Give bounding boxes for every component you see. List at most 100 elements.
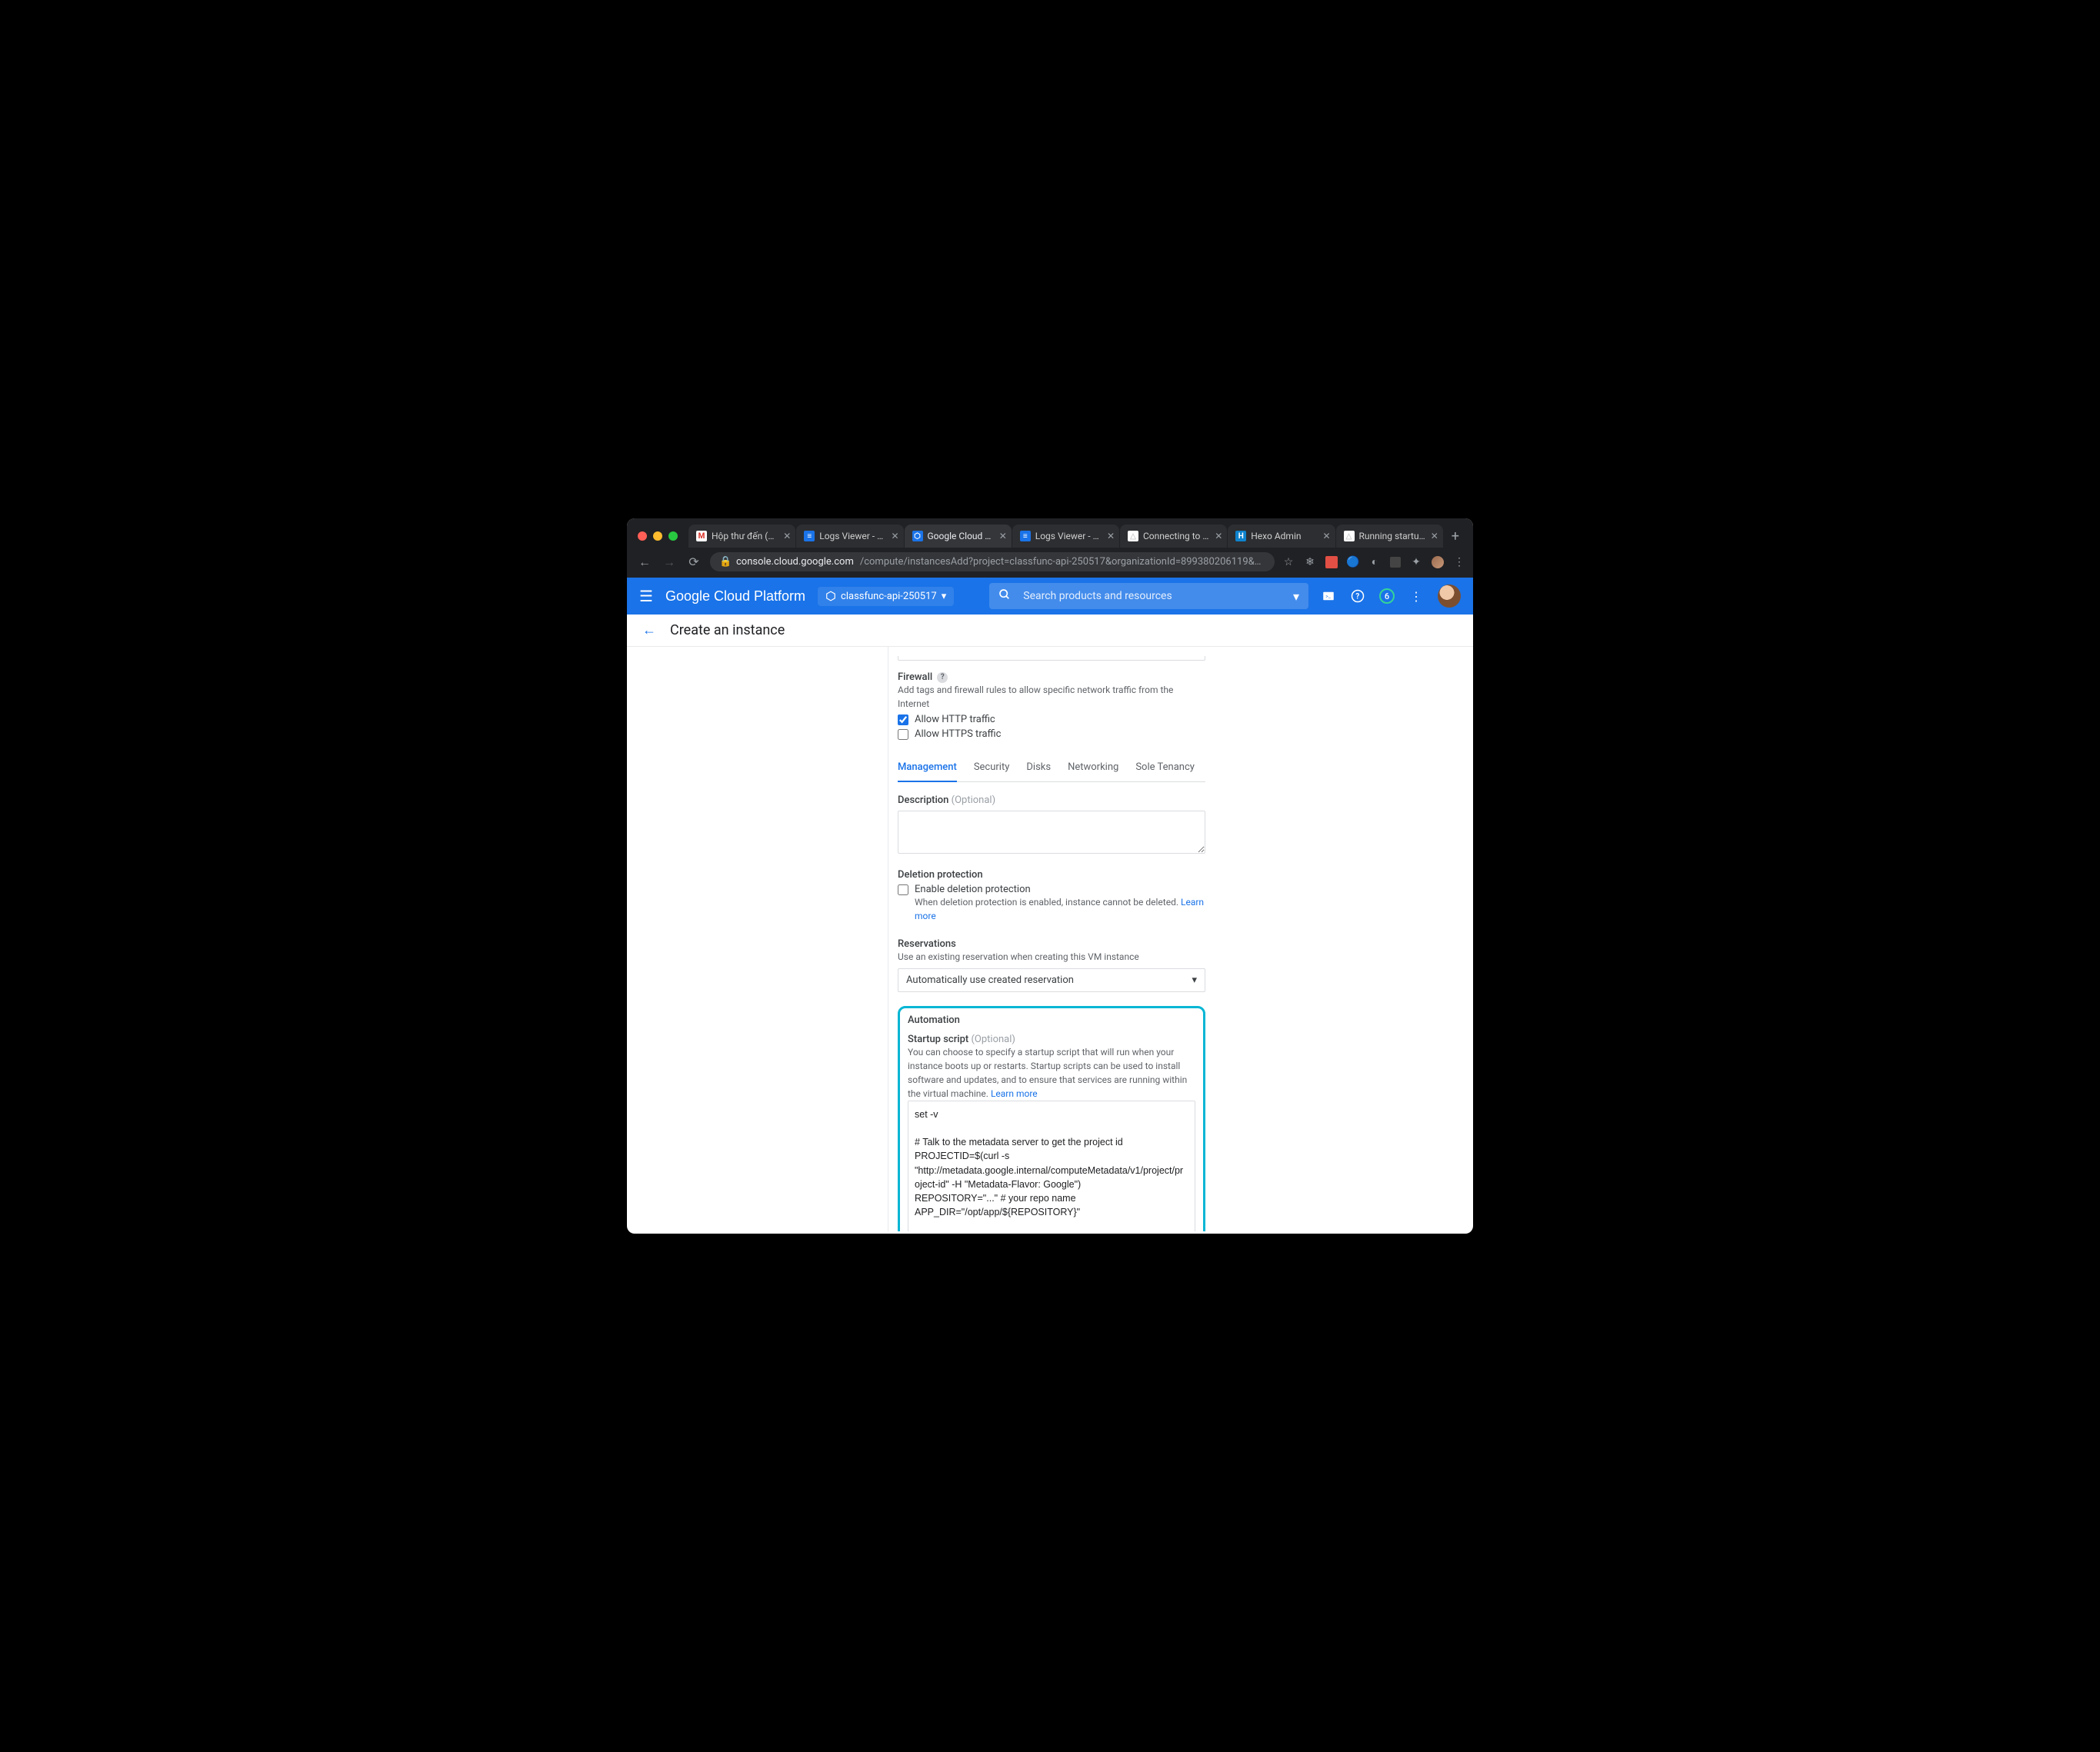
help-icon[interactable]: ? xyxy=(937,672,948,683)
gcp-brand[interactable]: Google Cloud Platform xyxy=(665,588,805,605)
firewall-hint: Add tags and firewall rules to allow spe… xyxy=(898,683,1205,711)
svg-text:>_: >_ xyxy=(1325,593,1332,599)
close-tab-icon[interactable]: ✕ xyxy=(783,531,791,541)
reservations-select[interactable]: Automatically use created reservation ▾ xyxy=(898,968,1205,992)
close-tab-icon[interactable]: ✕ xyxy=(891,531,898,541)
tab-label: Connecting to in… xyxy=(1143,531,1210,541)
page-title: Create an instance xyxy=(670,622,785,638)
reservations-title: Reservations xyxy=(898,938,1205,950)
extensions-menu-icon[interactable]: ✦ xyxy=(1410,556,1422,568)
browser-tab[interactable]: ≡ Logs Viewer - cl… ✕ xyxy=(1012,525,1119,548)
checkbox-label: Allow HTTPS traffic xyxy=(915,728,1001,740)
extension-icon[interactable]: ◐ xyxy=(1368,556,1381,568)
reload-button[interactable]: ⟳ xyxy=(685,555,702,569)
bookmark-icon[interactable]: ☆ xyxy=(1282,556,1295,568)
search-input[interactable] xyxy=(1022,589,1293,603)
maximize-window-button[interactable] xyxy=(668,531,678,541)
favicon: △ xyxy=(1128,531,1138,541)
browser-menu-icon[interactable]: ⋮ xyxy=(1453,556,1465,568)
startup-script-textarea[interactable] xyxy=(908,1101,1195,1231)
browser-toolbar: ← → ⟳ 🔒 console.cloud.google.com/compute… xyxy=(627,548,1473,578)
tab-label: Running startup… xyxy=(1359,531,1426,541)
checkbox-label: Enable deletion protection xyxy=(915,884,1031,895)
back-arrow-icon[interactable]: ← xyxy=(642,622,656,638)
deletion-title: Deletion protection xyxy=(898,869,1205,881)
browser-tabs: MHộp thư đến (4…✕≡Logs Viewer - cl…✕⬡Goo… xyxy=(688,525,1444,548)
menu-icon[interactable]: ☰ xyxy=(639,587,653,605)
extension-icon[interactable]: ❄ xyxy=(1304,556,1316,568)
project-selector[interactable]: classfunc-api-250517 ▾ xyxy=(818,587,954,606)
main-column: Firewall ? Add tags and firewall rules t… xyxy=(888,647,1473,1231)
favicon: ⬡ xyxy=(912,531,923,541)
close-window-button[interactable] xyxy=(638,531,647,541)
favicon: ≡ xyxy=(804,531,815,541)
startup-script-label: Startup script (Optional) xyxy=(908,1034,1195,1045)
close-tab-icon[interactable]: ✕ xyxy=(1322,531,1330,541)
minimize-window-button[interactable] xyxy=(653,531,662,541)
browser-tab[interactable]: ≡Logs Viewer - cl…✕ xyxy=(796,525,903,548)
deletion-protection-checkbox[interactable]: Enable deletion protection xyxy=(898,884,1205,895)
dropdown-icon[interactable]: ▾ xyxy=(1293,589,1299,604)
favicon: ≡ xyxy=(1020,531,1031,541)
close-tab-icon[interactable]: ✕ xyxy=(1431,531,1438,541)
browser-tab[interactable]: M Hộp thư đến (4… ✕ xyxy=(688,525,795,548)
page-subheader: ← Create an instance xyxy=(627,615,1473,647)
annotation-arrow xyxy=(888,841,895,902)
search-bar[interactable]: ▾ xyxy=(989,583,1308,609)
titlebar: MHộp thư đến (4…✕≡Logs Viewer - cl…✕⬡Goo… xyxy=(627,518,1473,548)
account-avatar[interactable] xyxy=(1438,585,1461,608)
startup-script-hint: You can choose to specify a startup scri… xyxy=(908,1045,1195,1101)
tab-label: Hexo Admin xyxy=(1251,531,1318,541)
learn-more-link[interactable]: Learn more xyxy=(991,1088,1038,1099)
description-label: Description (Optional) xyxy=(898,794,1205,806)
browser-chrome: MHộp thư đến (4…✕≡Logs Viewer - cl…✕⬡Goo… xyxy=(627,518,1473,578)
help-icon[interactable]: ? xyxy=(1350,588,1365,604)
new-tab-button[interactable]: + xyxy=(1444,528,1467,545)
forward-button[interactable]: → xyxy=(661,555,678,570)
browser-tab[interactable]: △Running startup…✕ xyxy=(1336,525,1443,548)
left-column xyxy=(627,647,888,1231)
tab-label: Hộp thư đến (4… xyxy=(712,531,778,541)
close-tab-icon[interactable]: ✕ xyxy=(999,531,1007,541)
allow-http-checkbox[interactable]: Allow HTTP traffic xyxy=(898,714,1205,725)
browser-window: MHộp thư đến (4…✕≡Logs Viewer - cl…✕⬡Goo… xyxy=(627,518,1473,1234)
reservations-hint: Use an existing reservation when creatin… xyxy=(898,950,1205,964)
cloud-shell-icon[interactable]: >_ xyxy=(1321,588,1336,604)
tab-networking[interactable]: Networking xyxy=(1068,754,1118,781)
extension-icon[interactable] xyxy=(1325,556,1338,568)
window-controls xyxy=(638,531,678,541)
dropdown-icon: ▾ xyxy=(942,591,947,602)
close-tab-icon[interactable]: ✕ xyxy=(1215,531,1222,541)
extension-icon[interactable]: 🔵 xyxy=(1347,556,1359,568)
checkbox-input[interactable] xyxy=(898,884,908,895)
browser-tab[interactable]: △ Connecting to in… ✕ xyxy=(1120,525,1227,548)
notifications-badge[interactable]: 6 xyxy=(1379,588,1395,604)
tab-disks[interactable]: Disks xyxy=(1026,754,1051,781)
form-panel: Firewall ? Add tags and firewall rules t… xyxy=(898,656,1205,1231)
back-button[interactable]: ← xyxy=(636,555,653,570)
address-bar[interactable]: 🔒 console.cloud.google.com/compute/insta… xyxy=(710,552,1275,571)
tab-sole-tenancy[interactable]: Sole Tenancy xyxy=(1135,754,1195,781)
browser-tab[interactable]: ⬡ Google Cloud Pl… ✕ xyxy=(905,525,1012,548)
profile-avatar[interactable] xyxy=(1432,556,1444,568)
select-value: Automatically use created reservation xyxy=(906,974,1074,986)
tab-management[interactable]: Management xyxy=(898,754,957,782)
tab-label: Google Cloud Pl… xyxy=(928,531,995,541)
close-tab-icon[interactable]: ✕ xyxy=(1107,531,1115,541)
page-content: Firewall ? Add tags and firewall rules t… xyxy=(627,647,1473,1231)
settings-menu-icon[interactable]: ⋮ xyxy=(1408,588,1424,604)
description-textarea[interactable] xyxy=(898,811,1205,854)
dropdown-icon: ▾ xyxy=(1192,974,1197,986)
extension-icon[interactable] xyxy=(1390,557,1401,568)
tab-label: Logs Viewer - cl… xyxy=(1035,531,1102,541)
toolbar-icons: ☆ ❄ 🔵 ◐ ✦ ⋮ xyxy=(1282,556,1465,568)
checkbox-input[interactable] xyxy=(898,729,908,740)
automation-title: Automation xyxy=(908,1014,1195,1026)
checkbox-input[interactable] xyxy=(898,714,908,725)
project-icon xyxy=(825,591,836,601)
collapsed-section-edge xyxy=(898,656,1205,661)
favicon: M xyxy=(696,531,707,541)
browser-tab[interactable]: HHexo Admin✕ xyxy=(1228,525,1335,548)
tab-security[interactable]: Security xyxy=(974,754,1010,781)
allow-https-checkbox[interactable]: Allow HTTPS traffic xyxy=(898,728,1205,740)
